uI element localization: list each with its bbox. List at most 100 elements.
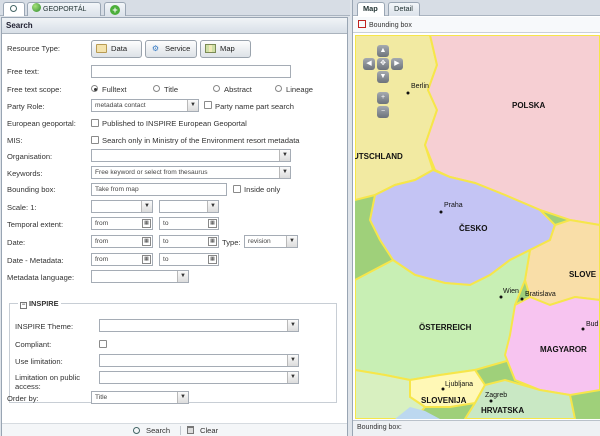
scale-to-select[interactable]: ▼: [159, 200, 219, 213]
city-budapest: Bud: [586, 321, 599, 328]
calendar-icon[interactable]: ▦: [208, 219, 217, 228]
party-name-part-label: Party name part search: [215, 102, 294, 111]
bounding-box-input[interactable]: Take from map: [91, 183, 227, 196]
organisation-label: Organisation:: [7, 152, 53, 161]
date-to-input[interactable]: to ▦: [159, 235, 219, 248]
metadata-language-select[interactable]: ▼: [91, 270, 189, 283]
temporal-extent-label: Temporal extent:: [7, 220, 64, 229]
map-button[interactable]: Map: [200, 40, 251, 58]
search-icon: [133, 427, 140, 434]
order-by-select[interactable]: Title ▼: [91, 391, 189, 404]
city-bratislava: Bratislava: [525, 291, 556, 298]
scope-abstract-radio[interactable]: [213, 85, 220, 92]
pan-right-icon[interactable]: ▶: [391, 58, 403, 70]
city-dot-wien: [499, 295, 503, 299]
service-button[interactable]: ⚙ Service: [145, 40, 197, 58]
calendar-icon[interactable]: ▦: [142, 219, 151, 228]
inspire-theme-select[interactable]: ▼: [99, 319, 299, 332]
city-berlin: Berlin: [411, 83, 429, 90]
date-from-placeholder: from: [95, 238, 109, 245]
geoportal-tab[interactable]: GEOPORTÁL (0): [27, 2, 101, 25]
calendar-icon[interactable]: ▦: [208, 237, 217, 246]
european-geoportal-label: European geoportal:: [7, 119, 76, 128]
map-tab[interactable]: Map: [357, 2, 385, 16]
detail-tab[interactable]: Detail: [388, 2, 420, 16]
temporal-from-placeholder: from: [95, 220, 109, 227]
scope-title-radio[interactable]: [153, 85, 160, 92]
search-action[interactable]: Search: [133, 426, 170, 436]
map-status-label: Bounding box:: [357, 424, 402, 431]
data-button[interactable]: Data: [91, 40, 142, 58]
calendar-icon[interactable]: ▦: [208, 255, 217, 264]
city-dot-berlin: [406, 91, 410, 95]
search-tab[interactable]: [3, 2, 25, 16]
inside-only-checkbox[interactable]: [233, 185, 241, 193]
chevron-down-icon: ▼: [286, 236, 297, 247]
temporal-from-input[interactable]: from ▦: [91, 217, 153, 230]
calendar-icon[interactable]: ▦: [142, 255, 151, 264]
country-polska: POLSKA: [512, 101, 546, 110]
mis-option-label: Search only in Ministry of the Environme…: [102, 136, 300, 145]
party-role-select[interactable]: metadata contact ▼: [91, 99, 199, 112]
bounding-box-tool[interactable]: Bounding box: [358, 20, 412, 30]
city-dot-bratislava: [520, 297, 524, 301]
keywords-select[interactable]: Free keyword or select from thesaurus ▼: [91, 166, 291, 179]
chevron-down-icon: ▼: [287, 320, 298, 331]
date-type-select[interactable]: revision ▼: [244, 235, 298, 248]
date-from-input[interactable]: from ▦: [91, 235, 153, 248]
party-role-value: metadata contact: [95, 102, 146, 109]
zoom-extent-icon[interactable]: ✥: [377, 58, 389, 70]
party-role-label: Party Role:: [7, 102, 45, 111]
scope-lineage-radio[interactable]: [275, 85, 282, 92]
resource-type-label: Resource Type:: [7, 44, 61, 53]
order-by-label: Order by:: [7, 394, 39, 403]
pan-down-icon[interactable]: ▼: [377, 71, 389, 83]
inspire-title: INSPIRE: [29, 299, 59, 308]
calendar-icon[interactable]: ▦: [142, 237, 151, 246]
globe-icon: [32, 3, 41, 12]
zoom-out-icon[interactable]: −: [377, 106, 389, 118]
trash-icon: [187, 426, 194, 434]
free-text-input[interactable]: [91, 65, 291, 78]
party-name-part-checkbox[interactable]: [204, 101, 212, 109]
organisation-select[interactable]: ▼: [91, 149, 291, 162]
scope-abstract-label: Abstract: [224, 85, 252, 94]
search-tab-bar: GEOPORTÁL (0) +: [0, 0, 350, 25]
pan-left-icon[interactable]: ◀: [363, 58, 375, 70]
scale-from-select[interactable]: ▼: [91, 200, 153, 213]
inside-only-label: Inside only: [244, 185, 281, 194]
published-inspire-label: Published to INSPIRE European Geoportal: [102, 119, 247, 128]
metadata-language-label: Metadata language:: [7, 273, 75, 282]
inspire-legend[interactable]: − INSPIRE: [18, 299, 61, 309]
chevron-down-icon: ▼: [177, 271, 188, 282]
city-dot-praha: [439, 210, 443, 214]
scope-title-label: Title: [164, 85, 179, 94]
chevron-down-icon: ▼: [287, 355, 298, 366]
add-tab-button[interactable]: +: [104, 2, 126, 16]
search-action-label: Search: [146, 426, 171, 435]
map-svg: Berlin Praha Wien Bratislava Bud Ljublja…: [355, 35, 600, 419]
pan-up-icon[interactable]: ▲: [377, 45, 389, 57]
temporal-to-input[interactable]: to ▦: [159, 217, 219, 230]
date-label: Date:: [7, 238, 26, 247]
bounding-box-icon: [358, 20, 366, 28]
published-inspire-checkbox[interactable]: [91, 119, 99, 127]
date-metadata-from-input[interactable]: from ▦: [91, 253, 153, 266]
scope-fulltext-radio[interactable]: [91, 85, 98, 92]
bounding-box-label: Bounding box:: [7, 185, 56, 194]
inspire-theme-label: INSPIRE Theme:: [15, 322, 74, 331]
limitation-public-access-select[interactable]: ▼: [99, 371, 299, 384]
mis-checkbox[interactable]: [91, 136, 99, 144]
date-metadata-label: Date - Metadata:: [7, 256, 64, 265]
scope-lineage-label: Lineage: [286, 85, 314, 94]
compliant-checkbox[interactable]: [99, 340, 107, 348]
mis-label: MIS:: [7, 136, 23, 145]
search-panel: Search Resource Type: Data ⚙ Service Map …: [1, 17, 348, 436]
date-metadata-to-placeholder: to: [163, 256, 169, 263]
use-limitation-select[interactable]: ▼: [99, 354, 299, 367]
map-canvas[interactable]: Berlin Praha Wien Bratislava Bud Ljublja…: [355, 35, 600, 419]
date-metadata-to-input[interactable]: to ▦: [159, 253, 219, 266]
clear-action[interactable]: Clear: [187, 426, 218, 436]
zoom-in-icon[interactable]: +: [377, 92, 389, 104]
detail-tab-label: Detail: [394, 4, 413, 13]
